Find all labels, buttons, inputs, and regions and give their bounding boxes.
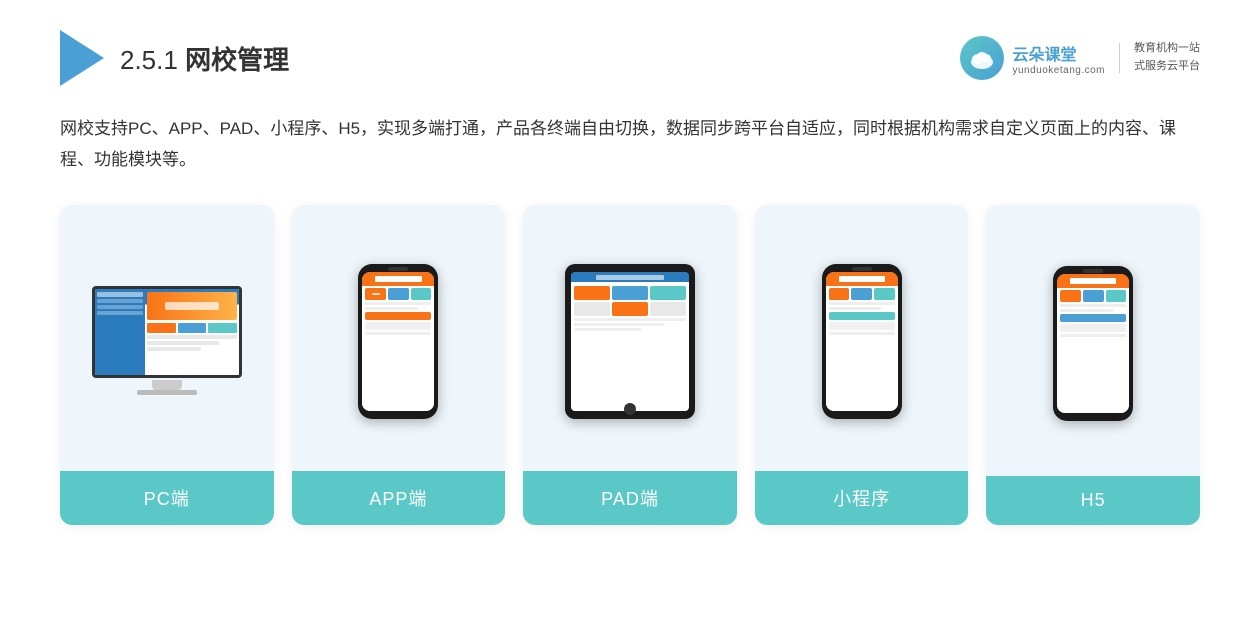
- tablet-device: [565, 264, 695, 419]
- card-pad-label: PAD端: [523, 471, 737, 525]
- desktop-screen: [92, 286, 242, 378]
- card-pc: PC端: [60, 205, 274, 525]
- card-pad-image: [523, 205, 737, 471]
- brand-text: 云朵课堂 yunduoketang.com: [1012, 41, 1105, 76]
- card-h5-label: H5: [986, 476, 1200, 525]
- card-miniprogram-label: 小程序: [755, 471, 969, 525]
- cards-container: PC端: [60, 205, 1200, 525]
- brand-logo: 云朵课堂 yunduoketang.com 教育机构一站 式服务云平台: [960, 36, 1200, 80]
- header-left: 2.5.1 网校管理: [60, 30, 289, 86]
- desktop-device: [87, 286, 247, 396]
- brand-url: yunduoketang.com: [1012, 65, 1105, 76]
- phone-device-app: [358, 264, 438, 419]
- page-title: 2.5.1 网校管理: [120, 40, 289, 77]
- card-app-image: [292, 205, 506, 471]
- phone-screen-h5: [1057, 274, 1129, 413]
- brand-icon: [960, 36, 1004, 80]
- logo-triangle-icon: [60, 30, 104, 86]
- brand-divider: [1119, 43, 1120, 73]
- card-app-label: APP端: [292, 471, 506, 525]
- card-miniprogram: 小程序: [755, 205, 969, 525]
- phone-device-mini: [822, 264, 902, 419]
- card-pad: PAD端: [523, 205, 737, 525]
- header: 2.5.1 网校管理 云朵课堂 yunduoketang.com 教育机构一站 …: [60, 30, 1200, 86]
- desktop-base: [137, 390, 197, 395]
- description-text: 网校支持PC、APP、PAD、小程序、H5，实现多端打通，产品各终端自由切换，数…: [60, 114, 1200, 175]
- phone-device-h5: [1053, 266, 1133, 421]
- phone-screen-mini: [826, 272, 898, 411]
- page-container: 2.5.1 网校管理 云朵课堂 yunduoketang.com 教育机构一站 …: [0, 0, 1260, 630]
- card-pc-label: PC端: [60, 471, 274, 525]
- brand-name: 云朵课堂: [1012, 41, 1076, 65]
- card-h5-image: [986, 205, 1200, 476]
- card-pc-image: [60, 205, 274, 471]
- phone-screen-app: [362, 272, 434, 411]
- card-h5: H5: [986, 205, 1200, 525]
- brand-tagline: 教育机构一站 式服务云平台: [1134, 40, 1200, 75]
- card-miniprogram-image: [755, 205, 969, 471]
- desktop-stand: [152, 380, 182, 390]
- card-app: APP端: [292, 205, 506, 525]
- cloud-icon: [968, 44, 996, 72]
- tablet-screen: [571, 272, 689, 411]
